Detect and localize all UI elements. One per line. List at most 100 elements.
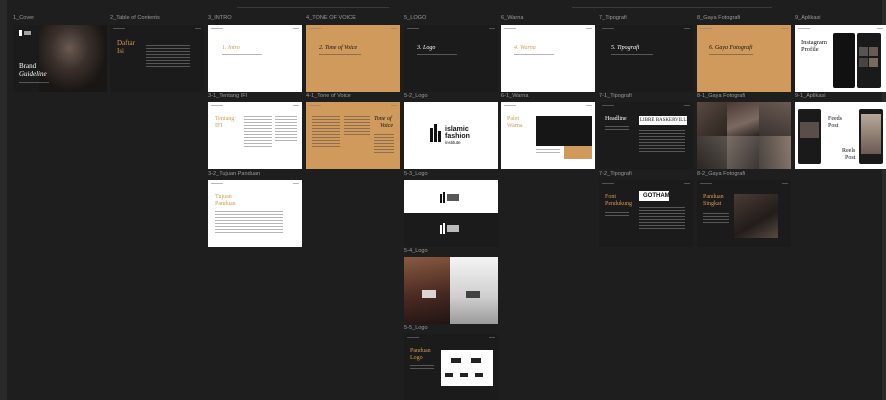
slide-title: Warna bbox=[507, 123, 523, 129]
frame-label[interactable]: 8-2_Gaya Fotografi bbox=[697, 171, 745, 178]
frame-label[interactable]: 7_Tipografi bbox=[599, 15, 627, 22]
canvas-left-edge bbox=[0, 0, 7, 400]
frame-intro[interactable]: 1. Intro bbox=[208, 25, 302, 92]
logo-wordmark: institute bbox=[445, 140, 461, 145]
slide-title: Panduan bbox=[215, 201, 236, 207]
frame-warna[interactable]: 4. Warna bbox=[501, 25, 595, 92]
logo-wordmark-icon bbox=[447, 194, 459, 201]
section-title: 5. Tipografi bbox=[611, 45, 640, 51]
top-divider bbox=[572, 7, 772, 8]
frame-label[interactable]: 3-2_Tujuan Panduan bbox=[208, 171, 260, 178]
frame-tipografi-headline[interactable]: Headline LIBRE BASKERVILLE bbox=[599, 102, 693, 169]
slide-header bbox=[211, 182, 299, 185]
glyph-samples bbox=[639, 207, 685, 231]
frame-logo-variants-dark[interactable] bbox=[404, 213, 498, 247]
frame-label[interactable]: 5-2_Logo bbox=[404, 93, 428, 100]
frame-font-pendukung[interactable]: Font Pendukung GOTHAM bbox=[599, 180, 693, 247]
body-text bbox=[312, 116, 340, 149]
section-title: 3. Logo bbox=[417, 45, 436, 51]
frame-label[interactable]: 5-4_Logo bbox=[404, 248, 428, 255]
top-divider bbox=[237, 7, 389, 8]
frame-logo-variants[interactable] bbox=[404, 180, 498, 213]
slide-title: Singkat bbox=[703, 201, 722, 207]
frame-tipografi[interactable]: 5. Tipografi bbox=[599, 25, 693, 92]
post-title: Post bbox=[845, 155, 856, 161]
slide-title: Tone of bbox=[374, 116, 392, 122]
frame-tujuan-panduan[interactable]: Tujuan Panduan bbox=[208, 180, 302, 247]
slide-header bbox=[602, 27, 690, 30]
slide-header bbox=[602, 104, 690, 107]
frame-label[interactable]: 6_Warna bbox=[501, 15, 524, 22]
body-text bbox=[410, 365, 434, 371]
frame-label[interactable]: 5-5_Logo bbox=[404, 325, 428, 332]
body-text bbox=[605, 126, 629, 132]
frame-cover[interactable]: Brand Guideline bbox=[13, 25, 107, 92]
logo-wordmark: islamic bbox=[445, 126, 469, 133]
frame-gaya-fotografi-gallery[interactable] bbox=[697, 102, 791, 169]
post-thumbnail bbox=[869, 47, 878, 56]
gallery-photo bbox=[697, 136, 727, 169]
frame-logo[interactable]: 3. Logo bbox=[404, 25, 498, 92]
font-name: GOTHAM bbox=[643, 193, 670, 199]
slide-title: Pendukung bbox=[605, 201, 632, 207]
frame-label[interactable]: 4-1_Tone of Voice bbox=[306, 93, 351, 100]
logo-mark-icon bbox=[440, 225, 442, 234]
glyph-samples bbox=[639, 130, 685, 154]
frame-label[interactable]: 6-1_Warna bbox=[501, 93, 528, 100]
logo-mark-icon bbox=[443, 223, 445, 234]
frame-logo-primary[interactable]: islamic fashion institute bbox=[404, 102, 498, 169]
logo-mark-icon bbox=[19, 30, 22, 36]
frame-label[interactable]: 3_INTRO bbox=[208, 15, 232, 22]
logo-text-icon bbox=[24, 31, 31, 35]
slide-title: Voice bbox=[380, 123, 393, 129]
frame-label[interactable]: 7-2_Tipografi bbox=[599, 171, 632, 178]
logo-wordmark-icon bbox=[447, 225, 459, 232]
frame-logo-application[interactable] bbox=[404, 257, 498, 324]
logo-mark-icon bbox=[434, 124, 437, 142]
font-sample-box: GOTHAM bbox=[639, 191, 670, 201]
frame-label[interactable]: 3-1_Tentang IFI bbox=[208, 93, 247, 100]
frame-label[interactable]: 5-3_Logo bbox=[404, 171, 428, 178]
frame-label[interactable]: 1_Cover bbox=[13, 15, 34, 22]
frame-label[interactable]: 7-1_Tipografi bbox=[599, 93, 632, 100]
canvas[interactable]: 1_Cover Brand Guideline 2_Table of Conte… bbox=[0, 0, 886, 400]
frame-tone-of-voice-detail[interactable]: Tone of Voice bbox=[306, 102, 400, 169]
post-title: Post bbox=[828, 123, 839, 129]
frame-tentang-ifi[interactable]: Tentang IFI bbox=[208, 102, 302, 169]
frame-label[interactable]: 8_Gaya Fotografi bbox=[697, 15, 740, 22]
guide-photo bbox=[734, 194, 778, 238]
frame-tone-of-voice[interactable]: 2. Tone of Voice bbox=[306, 25, 400, 92]
body-text bbox=[374, 134, 394, 155]
slide-header bbox=[309, 27, 397, 30]
section-caption bbox=[514, 54, 554, 57]
frame-panduan-singkat[interactable]: Panduan Singkat bbox=[697, 180, 791, 247]
frame-table-of-contents[interactable]: Daftar Isi bbox=[110, 25, 204, 92]
slide-header bbox=[407, 27, 495, 30]
frame-gaya-fotografi[interactable]: 6. Gaya Fotografi bbox=[697, 25, 791, 92]
frame-label[interactable]: 2_Table of Contents bbox=[110, 15, 160, 22]
logo-mark-icon bbox=[440, 194, 442, 203]
frame-label[interactable]: 5_LOGO bbox=[404, 15, 426, 22]
frame-panduan-logo[interactable]: Panduan Logo bbox=[404, 334, 498, 400]
logo-mark-icon bbox=[475, 373, 483, 377]
frame-label[interactable]: 8-1_Gaya Fotografi bbox=[697, 93, 745, 100]
slide-header bbox=[407, 336, 495, 339]
frame-label[interactable]: 9_Aplikasi bbox=[795, 15, 821, 22]
logo-overlay-icon bbox=[466, 291, 480, 298]
reel-thumbnail bbox=[861, 114, 881, 154]
frame-label[interactable]: 4_TONE OF VOICE bbox=[306, 15, 356, 22]
slide-title: Logo bbox=[410, 355, 423, 361]
slide-header bbox=[211, 104, 299, 107]
body-text bbox=[344, 116, 370, 137]
frame-aplikasi-posts[interactable]: Feeds Post Reels Post bbox=[795, 102, 886, 169]
frame-label[interactable]: 9-1_Aplikasi bbox=[795, 93, 825, 100]
logo-overlay-icon bbox=[422, 290, 436, 298]
gallery-photo bbox=[727, 102, 759, 136]
section-caption bbox=[709, 54, 753, 57]
body-text bbox=[275, 116, 297, 143]
slide-header bbox=[602, 182, 690, 185]
frame-aplikasi[interactable]: Instagram Profile bbox=[795, 25, 886, 92]
slide-title: Panduan bbox=[410, 348, 431, 354]
frame-palet-warna[interactable]: Palet Warna bbox=[501, 102, 595, 169]
slide-title: Tujuan bbox=[215, 194, 232, 200]
